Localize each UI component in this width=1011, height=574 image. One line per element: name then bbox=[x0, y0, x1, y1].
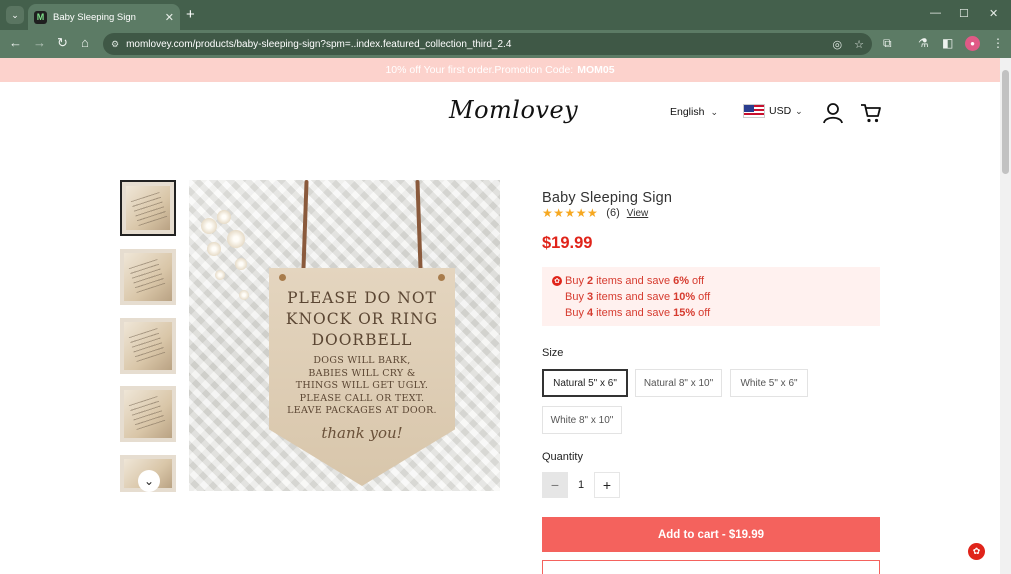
site-info-icon[interactable]: ⚙ bbox=[111, 39, 119, 50]
thumbnails-down-chevron-icon[interactable]: ⌄ bbox=[138, 470, 160, 492]
sign-thanks: thank you! bbox=[321, 423, 403, 442]
product-rating: ★★★★★ (6) View bbox=[542, 206, 648, 220]
review-count: (6) bbox=[606, 207, 620, 219]
discount-offer: Buy 4 items and save 15% off bbox=[565, 307, 711, 319]
rating-stars-icon: ★★★★★ bbox=[542, 206, 599, 220]
product-thumbnail[interactable] bbox=[120, 318, 176, 374]
home-icon[interactable]: ⌂ bbox=[81, 35, 89, 50]
chat-icon[interactable]: ✿ bbox=[968, 543, 985, 560]
language-label: English bbox=[670, 106, 705, 118]
address-bar: ← → ↻ ⌂ ⚙ momlovey.com/products/baby-sle… bbox=[0, 30, 1011, 58]
scrollbar-thumb[interactable] bbox=[1002, 70, 1009, 174]
user-icon[interactable] bbox=[822, 102, 844, 124]
discount-offer: Buy 3 items and save 10% off bbox=[565, 291, 711, 303]
view-reviews-link[interactable]: View bbox=[627, 208, 649, 219]
add-to-cart-button[interactable]: Add to cart - $19.99 bbox=[542, 517, 880, 552]
labs-icon[interactable]: ⚗ bbox=[918, 36, 929, 50]
product-thumbnail[interactable] bbox=[120, 249, 176, 305]
promo-banner: 10% off Your first order.Promotion Code:… bbox=[0, 58, 1000, 82]
quantity-increase-button[interactable]: + bbox=[594, 472, 620, 498]
product-thumbnail[interactable] bbox=[120, 386, 176, 442]
extensions-icon[interactable]: ⧉ bbox=[883, 36, 892, 51]
product-thumbnail[interactable] bbox=[120, 180, 176, 236]
quantity-label: Quantity bbox=[542, 451, 583, 463]
currency-selector[interactable]: USD ⌄ bbox=[743, 104, 803, 118]
chevron-down-icon: ⌄ bbox=[795, 105, 803, 116]
close-tab-icon[interactable]: ✕ bbox=[165, 11, 174, 24]
sidebar-icon[interactable]: ◧ bbox=[942, 36, 953, 50]
size-label: Size bbox=[542, 347, 564, 359]
product-title: Baby Sleeping Sign bbox=[542, 190, 673, 206]
tab-title: Baby Sleeping Sign bbox=[53, 11, 136, 23]
minimize-icon[interactable]: — bbox=[930, 7, 941, 19]
sign-line: DOORBELL bbox=[311, 331, 413, 349]
window-close-icon[interactable]: ✕ bbox=[989, 7, 998, 20]
url-input[interactable]: ⚙ momlovey.com/products/baby-sleeping-si… bbox=[103, 33, 872, 55]
sign-small-line: LEAVE PACKAGES AT DOOR. bbox=[287, 405, 437, 416]
back-icon[interactable]: ← bbox=[9, 35, 22, 50]
url-text: momlovey.com/products/baby-sleeping-sign… bbox=[126, 38, 512, 50]
sign-line: KNOCK OR RING bbox=[285, 310, 439, 328]
kebab-menu-icon[interactable]: ⋮ bbox=[992, 36, 1004, 50]
size-option-natural-5x6[interactable]: Natural 5" x 6" bbox=[542, 369, 628, 397]
bookmark-star-icon[interactable]: ☆ bbox=[854, 38, 864, 51]
quantity-decrease-button[interactable]: − bbox=[542, 472, 568, 498]
sign-small-line: BABIES WILL CRY & bbox=[308, 367, 416, 379]
bulk-discount-box: ✿ Buy 2 items and save 6% off Buy 3 items and … bbox=[542, 267, 880, 326]
quantity-input[interactable]: 1 bbox=[570, 472, 592, 498]
site-favicon-icon: M bbox=[34, 10, 47, 24]
product-main-image[interactable]: PLEASE DO NOT KNOCK OR RING DOORBELL DOG… bbox=[189, 180, 500, 491]
discount-icon: ✿ bbox=[552, 276, 562, 286]
new-tab-plus-icon[interactable]: + bbox=[186, 6, 195, 23]
sign-small-line: PLEASE CALL OR TEXT. bbox=[299, 392, 425, 404]
eye-off-icon[interactable]: ◎ bbox=[833, 38, 843, 51]
sign-small-line: DOGS WILL BARK, bbox=[313, 355, 411, 366]
flowers-decoration bbox=[199, 208, 259, 318]
secondary-buy-button[interactable] bbox=[542, 560, 880, 574]
size-option-natural-8x10[interactable]: Natural 8" x 10" bbox=[635, 369, 722, 397]
cart-icon[interactable] bbox=[860, 102, 882, 124]
sign-small-line: THINGS WILL GET UGLY. bbox=[295, 380, 429, 391]
profile-avatar-icon[interactable]: ● bbox=[965, 36, 980, 51]
forward-icon[interactable]: → bbox=[33, 35, 46, 50]
size-option-white-5x6[interactable]: White 5" x 6" bbox=[730, 369, 808, 397]
product-price: $19.99 bbox=[542, 234, 593, 252]
active-tab[interactable]: M Baby Sleeping Sign ✕ bbox=[28, 4, 180, 30]
tab-bar: ⌄ M Baby Sleeping Sign ✕ + — ☐ ✕ bbox=[0, 0, 1011, 30]
discount-offer: ✿ Buy 2 items and save 6% off bbox=[552, 273, 870, 289]
promo-code: MOM05 bbox=[577, 64, 615, 76]
us-flag-icon bbox=[743, 104, 765, 118]
reload-icon[interactable]: ↻ bbox=[57, 35, 68, 51]
chevron-down-icon: ⌄ bbox=[710, 106, 718, 117]
sign-line: PLEASE DO NOT bbox=[287, 289, 437, 307]
maximize-icon[interactable]: ☐ bbox=[959, 7, 969, 20]
language-selector[interactable]: English ⌄ bbox=[670, 106, 718, 118]
size-option-white-8x10[interactable]: White 8" x 10" bbox=[542, 406, 622, 434]
promo-text: 10% off Your first order.Promotion Code: bbox=[385, 64, 574, 76]
store-logo[interactable]: Momlovey bbox=[449, 96, 578, 124]
tab-search-menu-icon[interactable]: ⌄ bbox=[6, 6, 24, 24]
currency-label: USD bbox=[769, 105, 792, 117]
